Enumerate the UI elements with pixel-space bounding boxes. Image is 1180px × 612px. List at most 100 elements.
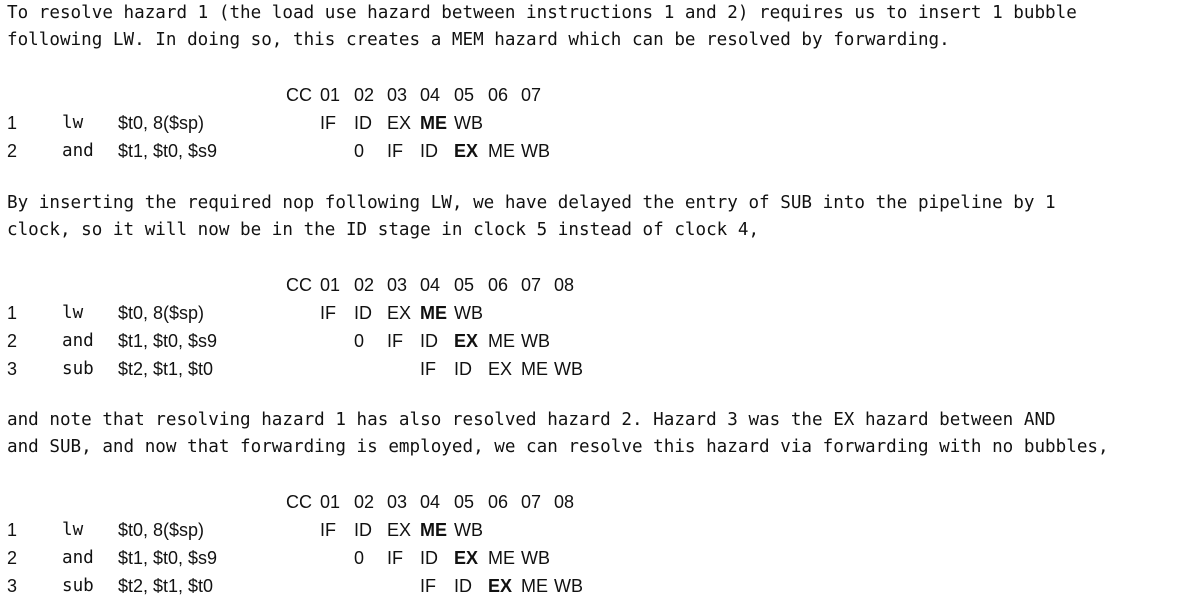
stage-ex: EX (387, 113, 412, 133)
instruction-operands: $t0, 8($sp) (118, 520, 205, 540)
cycle-number: 08 (554, 275, 575, 295)
stage-id: ID (354, 113, 372, 133)
cycle-number: 08 (554, 492, 575, 512)
clock-cycle-header: CC 01 02 03 04 05 06 07 (0, 83, 1180, 107)
instruction-row: 2 and $t1, $t0, $s9 0 IF ID EX ME WB (0, 139, 1180, 163)
instruction-opcode: sub (62, 359, 94, 379)
cycle-number: 01 (320, 275, 341, 295)
instruction-opcode: lw (62, 113, 84, 133)
instruction-number: 1 (7, 113, 18, 133)
stage-me: ME (488, 331, 515, 351)
cycle-number: 07 (521, 492, 542, 512)
stage-me: ME (488, 141, 515, 161)
instruction-operands: $t2, $t1, $t0 (118, 576, 214, 596)
stage-id: ID (354, 520, 372, 540)
instruction-number: 2 (7, 331, 18, 351)
stage-wb: WB (521, 141, 550, 161)
stage-if: IF (320, 113, 336, 133)
cycle-number: 02 (354, 85, 375, 105)
instruction-number: 1 (7, 303, 18, 323)
instruction-row: 1 lw $t0, 8($sp) IF ID EX ME WB (0, 111, 1180, 135)
cycle-number: 02 (354, 492, 375, 512)
instruction-row: 3 sub $t2, $t1, $t0 IF ID EX ME WB (0, 357, 1180, 381)
instruction-number: 3 (7, 576, 18, 596)
stage-ex: EX (387, 303, 412, 323)
clock-cycle-header: CC 01 02 03 04 05 06 07 08 (0, 490, 1180, 514)
cycle-number: 03 (387, 85, 408, 105)
stage-wb: WB (554, 359, 583, 379)
instruction-number: 2 (7, 141, 18, 161)
cc-label: CC (286, 492, 312, 512)
pipeline-table-2: CC 01 02 03 04 05 06 07 08 1 lw $t0, 8($sp) IF ID EX ME… (0, 273, 1180, 385)
stage-me: ME (420, 303, 447, 323)
instruction-opcode: and (62, 331, 94, 351)
stage-ex: EX (454, 331, 479, 351)
bubble-stage: 0 (354, 548, 365, 568)
stage-if: IF (420, 576, 436, 596)
instruction-operands: $t1, $t0, $s9 (118, 141, 218, 161)
stage-ex: EX (454, 141, 479, 161)
instruction-row: 1 lw $t0, 8($sp) IF ID EX ME WB (0, 301, 1180, 325)
cycle-number: 03 (387, 492, 408, 512)
cycle-number: 01 (320, 492, 341, 512)
cycle-number: 06 (488, 492, 509, 512)
cycle-number: 06 (488, 85, 509, 105)
stage-if: IF (387, 331, 403, 351)
stage-me: ME (521, 359, 548, 379)
stage-ex: EX (488, 576, 513, 596)
stage-id: ID (454, 576, 472, 596)
cycle-number: 04 (420, 492, 441, 512)
cycle-number: 07 (521, 85, 542, 105)
stage-if: IF (320, 303, 336, 323)
stage-id: ID (420, 331, 438, 351)
stage-me: ME (420, 113, 447, 133)
stage-wb: WB (521, 331, 550, 351)
instruction-operands: $t0, 8($sp) (118, 113, 205, 133)
stage-wb: WB (454, 113, 483, 133)
cycle-number: 03 (387, 275, 408, 295)
stage-ex: EX (387, 520, 412, 540)
pipeline-table-1: CC 01 02 03 04 05 06 07 1 lw $t0, 8($sp) IF ID EX ME WB… (0, 83, 1180, 167)
cycle-number: 05 (454, 275, 475, 295)
cycle-number: 05 (454, 492, 475, 512)
instruction-operands: $t1, $t0, $s9 (118, 548, 218, 568)
cycle-number: 01 (320, 85, 341, 105)
stage-wb: WB (521, 548, 550, 568)
cycle-number: 04 (420, 85, 441, 105)
instruction-operands: $t0, 8($sp) (118, 303, 205, 323)
cc-label: CC (286, 275, 312, 295)
clock-cycle-header: CC 01 02 03 04 05 06 07 08 (0, 273, 1180, 297)
stage-me: ME (521, 576, 548, 596)
stage-ex: EX (488, 359, 513, 379)
cycle-number: 02 (354, 275, 375, 295)
pipeline-table-3: CC 01 02 03 04 05 06 07 08 1 lw $t0, 8($sp) IF ID EX ME… (0, 490, 1180, 602)
instruction-opcode: lw (62, 303, 84, 323)
cycle-number: 06 (488, 275, 509, 295)
instruction-operands: $t1, $t0, $s9 (118, 331, 218, 351)
stage-me: ME (488, 548, 515, 568)
stage-if: IF (387, 548, 403, 568)
instruction-opcode: and (62, 548, 94, 568)
stage-if: IF (420, 359, 436, 379)
cycle-number: 07 (521, 275, 542, 295)
stage-me: ME (420, 520, 447, 540)
stage-ex: EX (454, 548, 479, 568)
cycle-number: 04 (420, 275, 441, 295)
stage-if: IF (320, 520, 336, 540)
instruction-operands: $t2, $t1, $t0 (118, 359, 214, 379)
stage-wb: WB (554, 576, 583, 596)
instruction-number: 2 (7, 548, 18, 568)
instruction-number: 1 (7, 520, 18, 540)
stage-id: ID (420, 548, 438, 568)
instruction-number: 3 (7, 359, 18, 379)
cycle-number: 05 (454, 85, 475, 105)
stage-wb: WB (454, 303, 483, 323)
stage-if: IF (387, 141, 403, 161)
instruction-opcode: and (62, 141, 94, 161)
stage-id: ID (420, 141, 438, 161)
instruction-row: 2 and $t1, $t0, $s9 0 IF ID EX ME WB (0, 546, 1180, 570)
cc-label: CC (286, 85, 312, 105)
instruction-row: 3 sub $t2, $t1, $t0 IF ID EX ME WB (0, 574, 1180, 598)
instruction-opcode: sub (62, 576, 94, 596)
pipeline-diagrams: CC 01 02 03 04 05 06 07 1 lw $t0, 8($sp) IF ID EX ME WB… (0, 0, 1180, 612)
